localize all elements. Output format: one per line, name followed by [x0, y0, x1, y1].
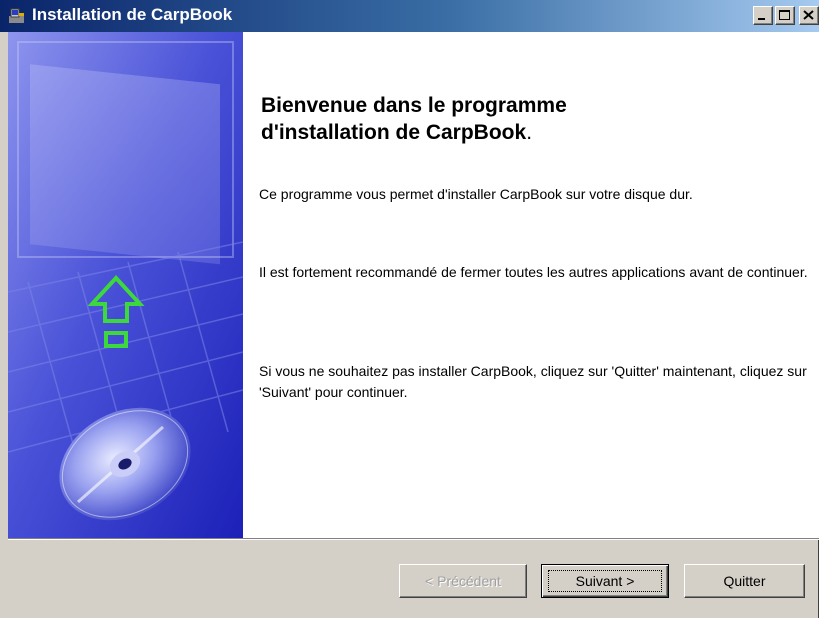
window-title: Installation de CarpBook	[32, 5, 233, 24]
installer-window: Installation de CarpBook Bienvenue dans …	[0, 0, 819, 618]
intro-paragraph: Ce programme vous permet d'installer Car…	[259, 186, 693, 202]
maximize-icon	[779, 10, 790, 20]
heading-end: .	[526, 121, 533, 144]
previous-button-label: < Précédent	[425, 573, 501, 589]
installer-app-icon	[9, 8, 24, 23]
minimize-icon	[758, 18, 765, 20]
heading-line-2: d'installation de CarpBook	[261, 121, 527, 144]
close-button[interactable]	[799, 6, 819, 25]
next-button[interactable]: Suivant >	[541, 564, 669, 598]
recommendation-paragraph: Il est fortement recommandé de fermer to…	[259, 264, 808, 280]
side-banner-image	[8, 32, 243, 538]
quit-button[interactable]: Quitter	[684, 564, 805, 598]
quit-button-label: Quitter	[723, 573, 766, 589]
focus-rectangle	[548, 570, 662, 592]
button-separator	[8, 538, 819, 540]
maximize-button[interactable]	[775, 6, 795, 25]
welcome-heading: Bienvenue dans le programme d'installati…	[261, 92, 781, 146]
title-bar[interactable]: Installation de CarpBook	[0, 0, 819, 32]
wizard-content: Bienvenue dans le programme d'installati…	[8, 32, 819, 538]
heading-line-1: Bienvenue dans le programme	[261, 94, 567, 117]
minimize-button[interactable]	[753, 6, 773, 25]
instructions-paragraph: Si vous ne souhaitez pas installer CarpB…	[259, 363, 807, 400]
close-icon	[803, 10, 814, 20]
previous-button[interactable]: < Précédent	[399, 564, 527, 598]
